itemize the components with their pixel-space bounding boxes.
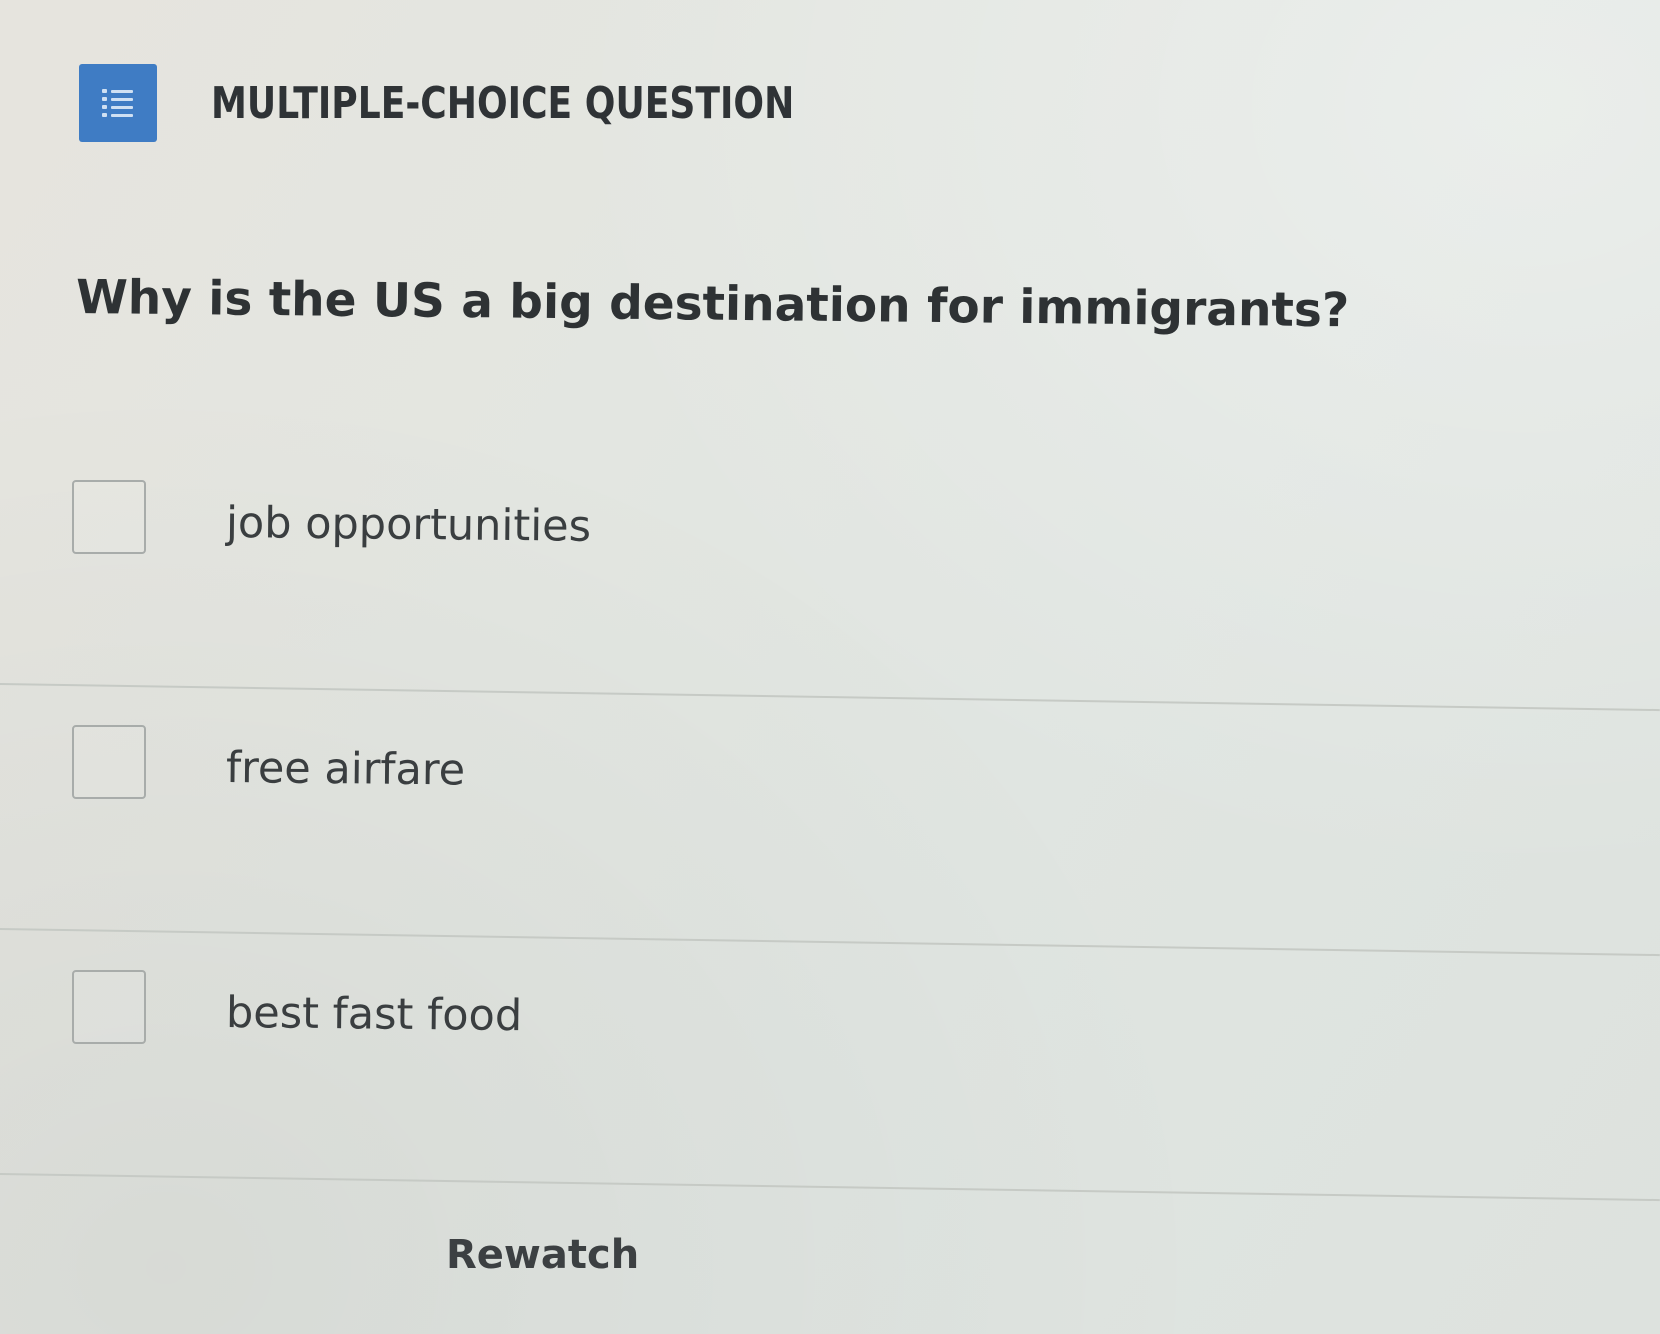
question-type-title: MULTIPLE-CHOICE QUESTION <box>211 77 795 129</box>
answer-option[interactable]: best fast food <box>0 930 1660 1202</box>
answer-option-label: job opportunities <box>225 498 592 552</box>
answer-checkbox[interactable] <box>72 480 146 554</box>
answer-option-label: free airfare <box>225 743 466 796</box>
question-header: MULTIPLE-CHOICE QUESTION <box>79 64 922 142</box>
answer-options: job opportunities free airfare best fast… <box>0 440 1660 1202</box>
rewatch-button[interactable]: Rewatch <box>446 1232 639 1278</box>
answer-option[interactable]: job opportunities <box>0 440 1660 712</box>
answer-checkbox[interactable] <box>72 725 146 799</box>
option-divider <box>0 1173 1660 1202</box>
numbered-list-icon <box>79 64 157 142</box>
answer-option-label: best fast food <box>225 988 523 1042</box>
answer-checkbox[interactable] <box>72 970 146 1044</box>
answer-option[interactable]: free airfare <box>0 685 1660 957</box>
question-text: Why is the US a big destination for immi… <box>75 270 1350 339</box>
